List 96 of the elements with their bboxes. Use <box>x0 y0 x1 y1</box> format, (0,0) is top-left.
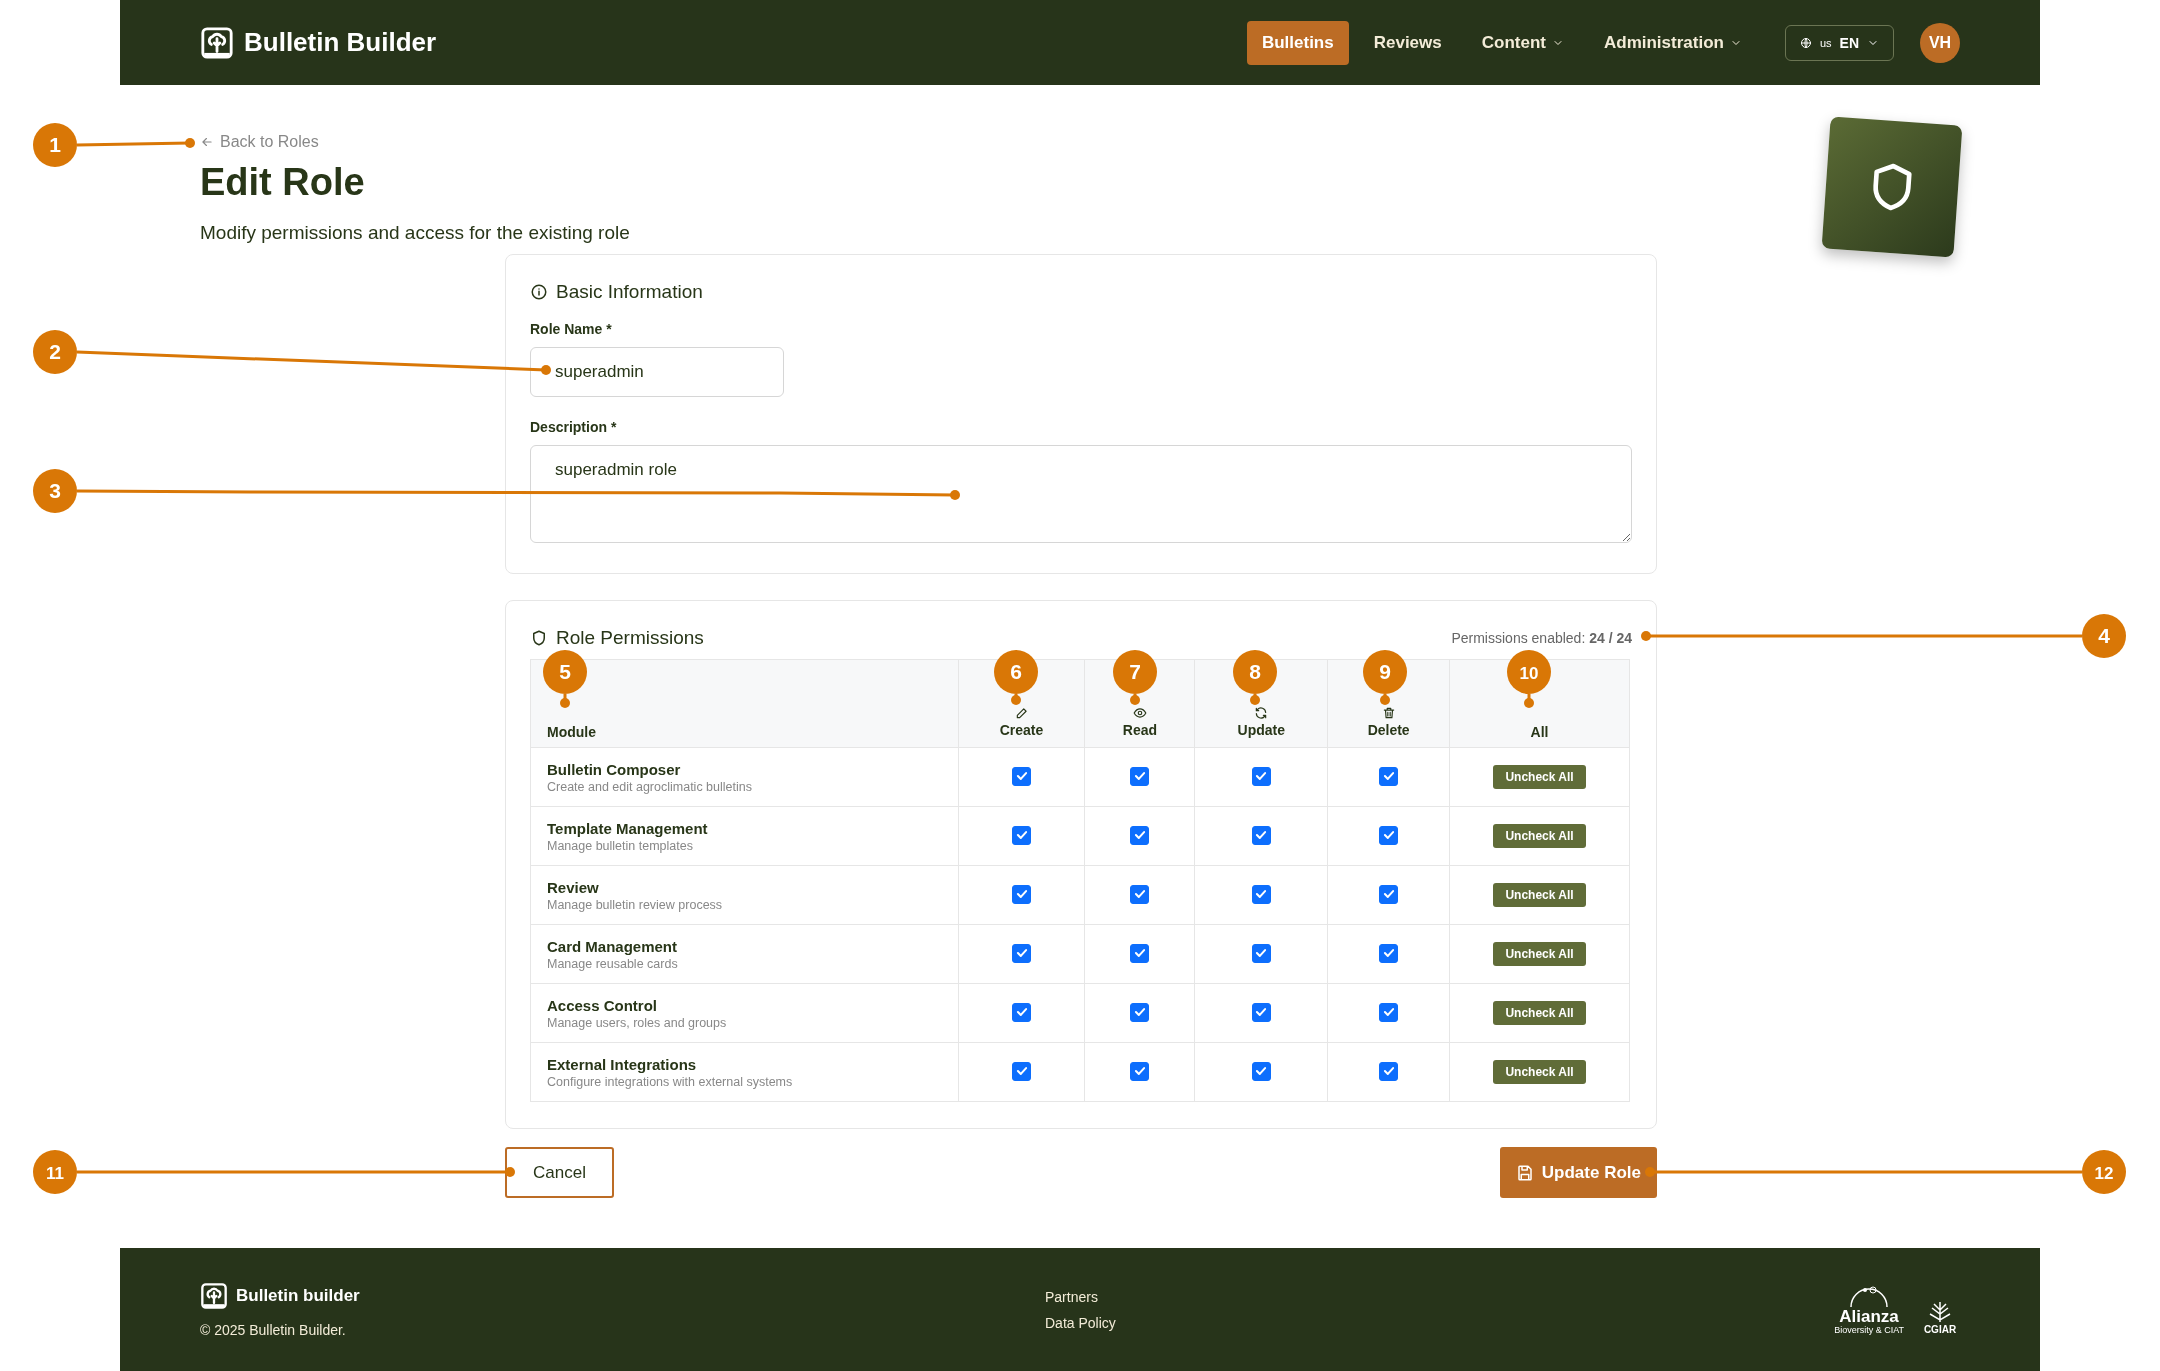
checkbox[interactable] <box>1251 1061 1271 1081</box>
callout-number-badge: 11 <box>33 1150 77 1194</box>
module-name: Card Management <box>547 937 679 955</box>
partner-name: Alianza <box>1839 1308 1899 1325</box>
callout-number-badge: 6 <box>994 650 1038 694</box>
uncheck-all-button[interactable]: Uncheck All <box>1493 1060 1586 1084</box>
update-role-button[interactable]: Update Role <box>1499 1147 1657 1198</box>
page-subtitle: Modify permissions and access for the existing role <box>200 222 631 244</box>
info-icon <box>530 283 548 301</box>
checkbox[interactable] <box>1130 1002 1150 1022</box>
checkbox[interactable] <box>1130 943 1150 963</box>
text-input-field[interactable]: superadmin <box>530 347 784 397</box>
checkbox[interactable] <box>1012 766 1031 786</box>
permissions-count: Permissions enabled: 24 / 24 <box>1451 630 1632 646</box>
nav-item[interactable]: Bulletins <box>1246 20 1349 65</box>
brand-name: Bulletin Builder <box>244 27 437 58</box>
callout-number-badge: 9 <box>1363 650 1407 694</box>
module-description: Configure integrations with external systems <box>547 1074 794 1089</box>
globe-icon <box>1799 36 1812 49</box>
uncheck-all-button[interactable]: Uncheck All <box>1493 942 1586 966</box>
module-name: Access Control <box>547 996 659 1014</box>
nav-item[interactable]: Reviews <box>1358 20 1457 65</box>
column-header: Read <box>1122 722 1157 738</box>
pencil-icon <box>1014 706 1029 720</box>
uncheck-all-button[interactable]: Uncheck All <box>1493 883 1586 907</box>
partner-logo-icon <box>1849 1284 1890 1308</box>
checkbox[interactable] <box>1251 766 1271 786</box>
shield-icon <box>530 629 548 647</box>
tree-logo-icon <box>200 25 234 60</box>
callout-number-badge: 10 <box>1507 650 1551 694</box>
checkbox[interactable] <box>1012 1002 1031 1022</box>
module-name: Review <box>547 878 600 896</box>
module-description: Manage reusable cards <box>547 956 679 971</box>
checkbox[interactable] <box>1379 1002 1399 1022</box>
cancel-button[interactable]: Cancel <box>505 1147 614 1198</box>
eye-icon <box>1132 706 1147 720</box>
module-description: Manage bulletin review process <box>547 897 724 912</box>
checkbox[interactable] <box>1379 766 1399 786</box>
arrow-left-icon <box>200 135 214 149</box>
checkbox[interactable] <box>1130 1061 1150 1081</box>
callout-number-badge: 1 <box>33 123 77 167</box>
callout-number-badge: 7 <box>1113 650 1157 694</box>
callout-number-badge: 4 <box>2082 614 2126 658</box>
checkbox[interactable] <box>1130 884 1150 904</box>
field-label: Role Name * <box>530 321 613 337</box>
section-heading: Role Permissions <box>556 627 704 649</box>
uncheck-all-button[interactable]: Uncheck All <box>1493 824 1586 848</box>
callout-number-badge: 12 <box>2082 1150 2126 1194</box>
checkbox[interactable] <box>1130 825 1150 845</box>
checkbox[interactable] <box>1012 1061 1031 1081</box>
checkbox[interactable] <box>1379 884 1399 904</box>
callout-number-badge: 5 <box>543 650 587 694</box>
language-selector[interactable]: us EN <box>1784 24 1894 61</box>
checkbox[interactable] <box>1251 1002 1271 1022</box>
field-label: Description * <box>530 419 618 435</box>
footer-brand-name: Bulletin builder <box>236 1285 360 1306</box>
checkbox[interactable] <box>1251 943 1271 963</box>
nav-item[interactable]: Administration <box>1588 20 1757 65</box>
checkbox[interactable] <box>1251 884 1271 904</box>
section-heading: Basic Information <box>556 281 703 303</box>
tree-logo-icon <box>200 1281 228 1310</box>
save-icon <box>1515 1163 1534 1182</box>
column-header: Update <box>1237 722 1285 738</box>
column-header: Create <box>999 722 1044 738</box>
checkbox[interactable] <box>1379 943 1399 963</box>
trash-icon <box>1381 706 1396 720</box>
checkbox[interactable] <box>1012 943 1031 963</box>
refresh-icon <box>1254 706 1269 720</box>
checkbox[interactable] <box>1130 766 1150 786</box>
description-field[interactable]: superadmin role <box>530 445 1632 543</box>
module-description: Manage bulletin templates <box>547 838 694 853</box>
partner-name: CGIAR <box>1923 1324 1957 1335</box>
callout-number-badge: 3 <box>33 469 77 513</box>
callout-number-badge: 2 <box>33 330 77 374</box>
nav-item[interactable]: Content <box>1466 20 1579 65</box>
footer-link[interactable]: Data Policy <box>1045 1314 1116 1331</box>
partner-subtitle: Bioversity & CIAT <box>1834 1325 1904 1335</box>
module-name: Bulletin Composer <box>547 760 682 778</box>
module-name: Template Management <box>547 819 709 837</box>
uncheck-all-button[interactable]: Uncheck All <box>1493 1001 1586 1025</box>
copyright-text: © 2025 Bulletin Builder. <box>200 1321 347 1338</box>
user-avatar[interactable]: VH <box>1920 22 1960 63</box>
checkbox[interactable] <box>1012 884 1031 904</box>
checkbox[interactable] <box>1379 825 1399 845</box>
module-description: Manage users, roles and groups <box>547 1015 728 1030</box>
checkbox[interactable] <box>1251 825 1271 845</box>
footer-link[interactable]: Partners <box>1045 1288 1116 1305</box>
callout-number-badge: 8 <box>1233 650 1277 694</box>
back-link[interactable]: Back to Roles <box>200 133 319 151</box>
column-header: Delete <box>1367 722 1410 738</box>
uncheck-all-button[interactable]: Uncheck All <box>1493 765 1586 789</box>
module-description: Create and edit agroclimatic bulletins <box>547 779 753 794</box>
checkbox[interactable] <box>1012 825 1031 845</box>
checkbox[interactable] <box>1379 1061 1399 1081</box>
page-title: Edit Role <box>200 161 365 204</box>
module-name: External Integrations <box>547 1055 698 1073</box>
